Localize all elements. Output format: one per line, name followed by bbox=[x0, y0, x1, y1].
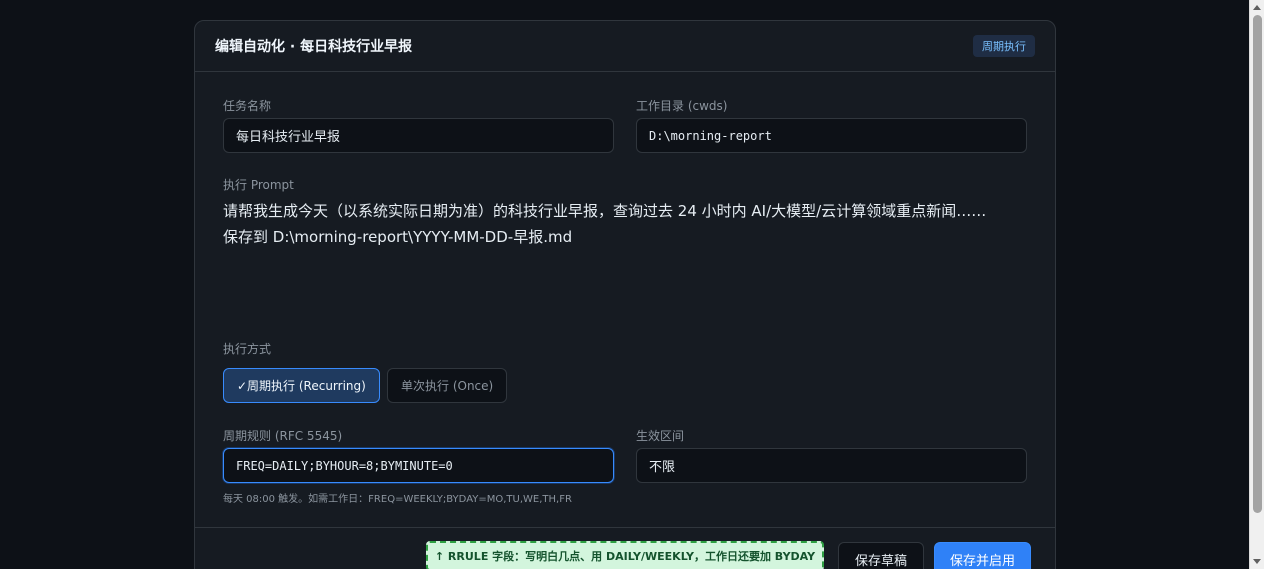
range-label: 生效区间 bbox=[636, 429, 685, 443]
rrule-callout: ↑ RRULE 字段：写明白几点、用 DAILY/WEEKLY，工作日还要加 B… bbox=[426, 541, 824, 569]
prompt-textarea[interactable]: 请帮我生成今天（以系统实际日期为准）的科技行业早报，查询过去 24 小时内 AI… bbox=[223, 198, 1033, 250]
save-enable-button[interactable]: 保存并启用 bbox=[934, 542, 1031, 569]
status-badge: 周期执行 bbox=[973, 35, 1035, 57]
page-title: 编辑自动化 · 每日科技行业早报 bbox=[215, 39, 413, 55]
scroll-up-icon[interactable] bbox=[1253, 5, 1261, 10]
rrule-label: 周期规则 (RFC 5545) bbox=[223, 429, 343, 443]
panel-header: 编辑自动化 · 每日科技行业早报 周期执行 bbox=[195, 21, 1055, 72]
save-draft-button[interactable]: 保存草稿 bbox=[838, 542, 924, 569]
panel-footer: ↑ RRULE 字段：写明白几点、用 DAILY/WEEKLY，工作日还要加 B… bbox=[195, 527, 1055, 569]
rrule-input[interactable]: FREQ=DAILY;BYHOUR=8;BYMINUTE=0 bbox=[223, 448, 614, 483]
prompt-line-2: 保存到 D:\morning-report\YYYY-MM-DD-早报.md bbox=[223, 228, 573, 246]
page-scrollbar[interactable] bbox=[1249, 0, 1264, 569]
task-name-label: 任务名称 bbox=[223, 99, 272, 113]
mode-once-button[interactable]: 单次执行 (Once) bbox=[387, 368, 508, 403]
edit-automation-panel: 编辑自动化 · 每日科技行业早报 周期执行 任务名称 每日科技行业早报 工作目录… bbox=[194, 20, 1056, 569]
mode-label: 执行方式 bbox=[223, 342, 272, 356]
scroll-down-icon[interactable] bbox=[1253, 559, 1261, 564]
mode-recurring-button[interactable]: ✓周期执行 (Recurring) bbox=[223, 368, 380, 403]
range-input[interactable]: 不限 bbox=[636, 448, 1027, 483]
prompt-label: 执行 Prompt bbox=[223, 178, 294, 192]
cwd-input[interactable]: D:\morning-report bbox=[636, 118, 1027, 153]
scroll-thumb[interactable] bbox=[1253, 15, 1262, 513]
prompt-line-1: 请帮我生成今天（以系统实际日期为准）的科技行业早报，查询过去 24 小时内 AI… bbox=[223, 202, 987, 220]
task-name-input[interactable]: 每日科技行业早报 bbox=[223, 118, 614, 153]
cwd-label: 工作目录 (cwds) bbox=[636, 99, 728, 113]
rrule-hint: 每天 08:00 触发。如需工作日：FREQ=WEEKLY;BYDAY=MO,T… bbox=[223, 494, 572, 505]
